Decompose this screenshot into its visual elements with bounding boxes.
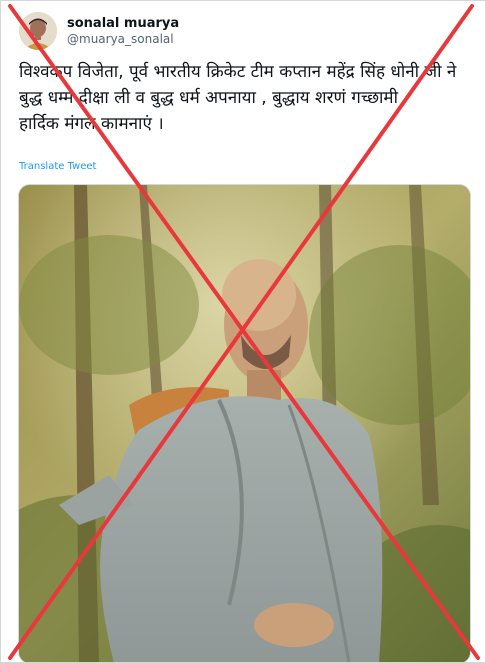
author-names: sonalal muarya @muarya_sonalal <box>67 16 179 47</box>
tweet-media[interactable] <box>18 184 471 662</box>
tweet-card: sonalal muarya @muarya_sonalal विश्वकप व… <box>0 0 486 663</box>
tweet-text: विश्वकप विजेता, पूर्व भारतीय क्रिकेट टीम… <box>19 62 457 134</box>
tweet-header: sonalal muarya @muarya_sonalal <box>19 9 179 53</box>
translate-tweet-link[interactable]: Translate Tweet <box>19 161 96 172</box>
author-display-name[interactable]: sonalal muarya <box>67 16 179 32</box>
author-handle[interactable]: @muarya_sonalal <box>67 32 179 47</box>
monk-photo-icon <box>19 185 470 662</box>
author-avatar[interactable] <box>19 12 57 50</box>
avatar-portrait-icon <box>19 12 57 50</box>
